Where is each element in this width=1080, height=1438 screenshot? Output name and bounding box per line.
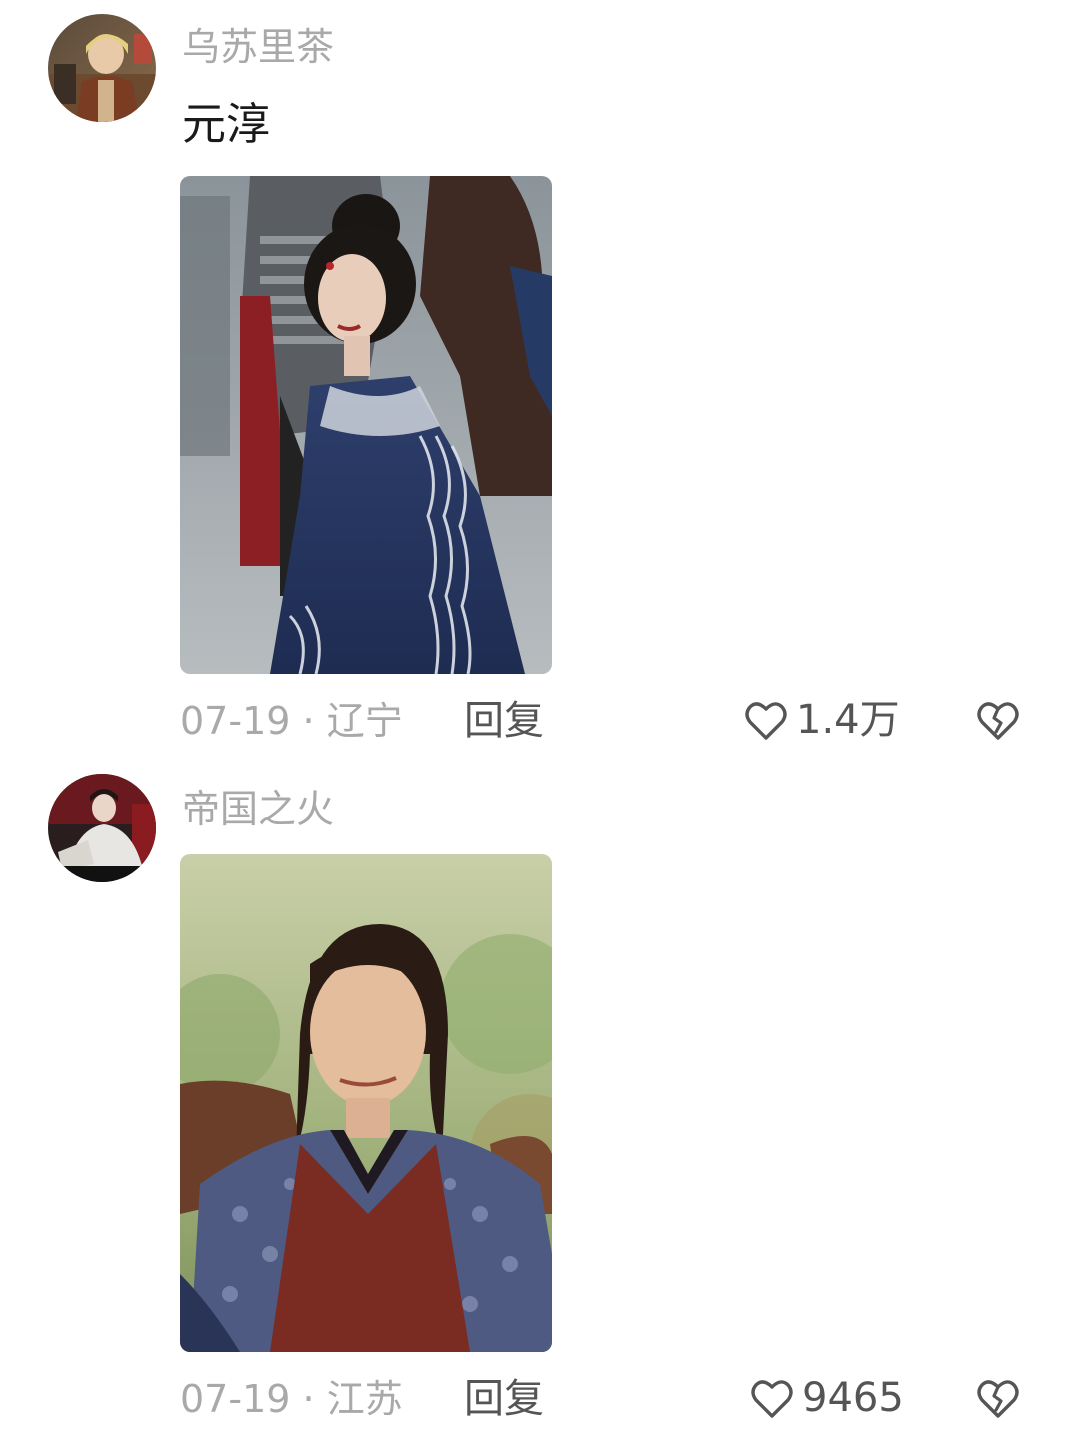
comment-meta: 07-19 · 辽宁 xyxy=(180,698,403,744)
comment-image[interactable] xyxy=(180,854,552,1352)
comment-text: 元淳 xyxy=(182,99,270,150)
like-button[interactable]: 9465 xyxy=(748,1374,904,1422)
comment-location: 江苏 xyxy=(326,1377,403,1421)
avatar-image xyxy=(48,14,156,122)
comment-photo xyxy=(180,854,552,1352)
heart-outline-icon xyxy=(745,702,787,740)
comment-image[interactable] xyxy=(180,176,552,674)
user-avatar[interactable] xyxy=(48,774,156,882)
username[interactable]: 乌苏里茶 xyxy=(182,24,334,70)
like-button[interactable]: 1.4万 xyxy=(742,696,900,744)
reply-button[interactable]: 回复 xyxy=(464,698,544,744)
avatar-image xyxy=(48,774,156,882)
dislike-button[interactable] xyxy=(974,696,1022,744)
heart-outline-icon xyxy=(751,1380,793,1418)
comment-date: 07-19 xyxy=(180,1377,291,1421)
meta-separator: · xyxy=(302,1377,315,1421)
comment-location: 辽宁 xyxy=(326,699,403,743)
comment-date: 07-19 xyxy=(180,699,291,743)
broken-heart-icon xyxy=(977,702,1019,740)
comment-meta: 07-19 · 江苏 xyxy=(180,1376,403,1422)
broken-heart-icon xyxy=(977,1380,1019,1418)
user-avatar[interactable] xyxy=(48,14,156,122)
username[interactable]: 帝国之火 xyxy=(182,786,334,832)
reply-button[interactable]: 回复 xyxy=(464,1376,544,1422)
dislike-button[interactable] xyxy=(974,1374,1022,1422)
like-count: 9465 xyxy=(802,1375,904,1421)
like-count: 1.4万 xyxy=(796,697,900,743)
comment-photo xyxy=(180,176,552,674)
meta-separator: · xyxy=(302,699,315,743)
